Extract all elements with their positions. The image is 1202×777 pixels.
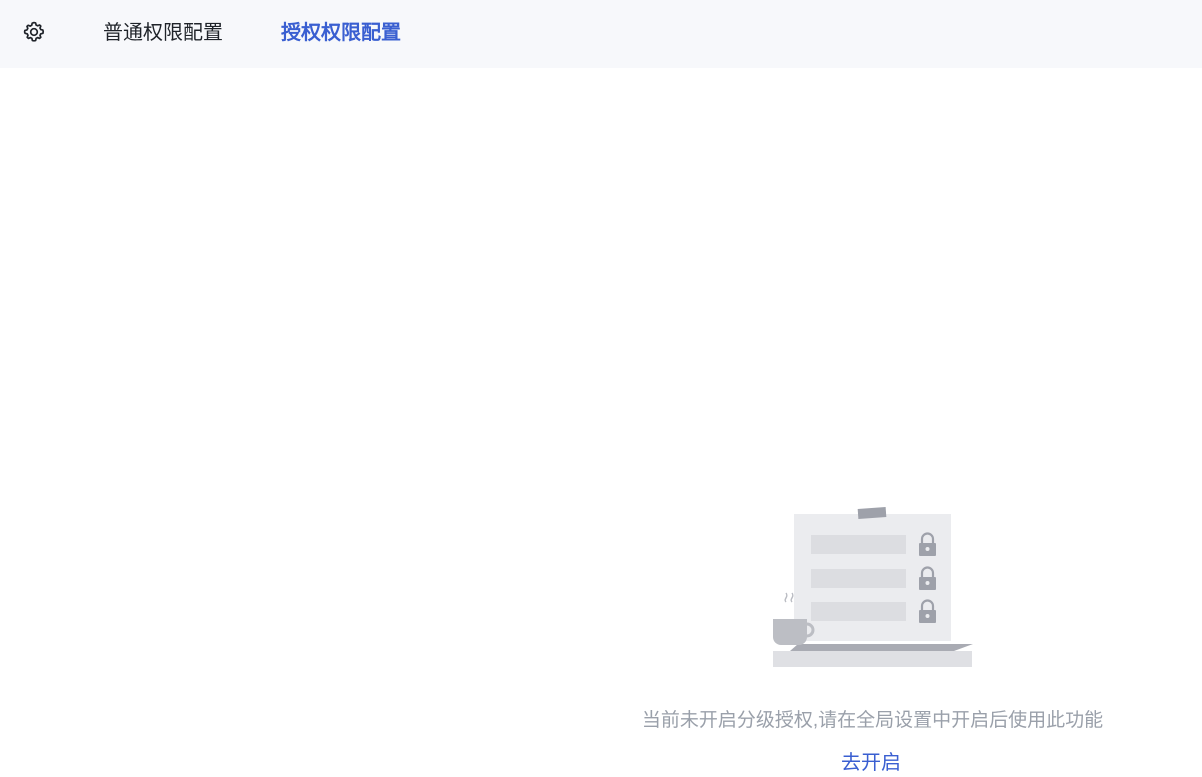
empty-state-illustration	[773, 507, 973, 667]
go-enable-link[interactable]: 去开启	[841, 746, 901, 775]
gear-icon[interactable]	[22, 20, 46, 44]
empty-state-message: 当前未开启分级授权,请在全局设置中开启后使用此功能	[641, 710, 1104, 731]
tab-authorization-permission-config[interactable]: 授权权限配置	[281, 20, 401, 46]
top-tab-bar: 普通权限配置 授权权限配置	[0, 0, 1202, 68]
tab-normal-permission-config[interactable]: 普通权限配置	[103, 20, 223, 46]
